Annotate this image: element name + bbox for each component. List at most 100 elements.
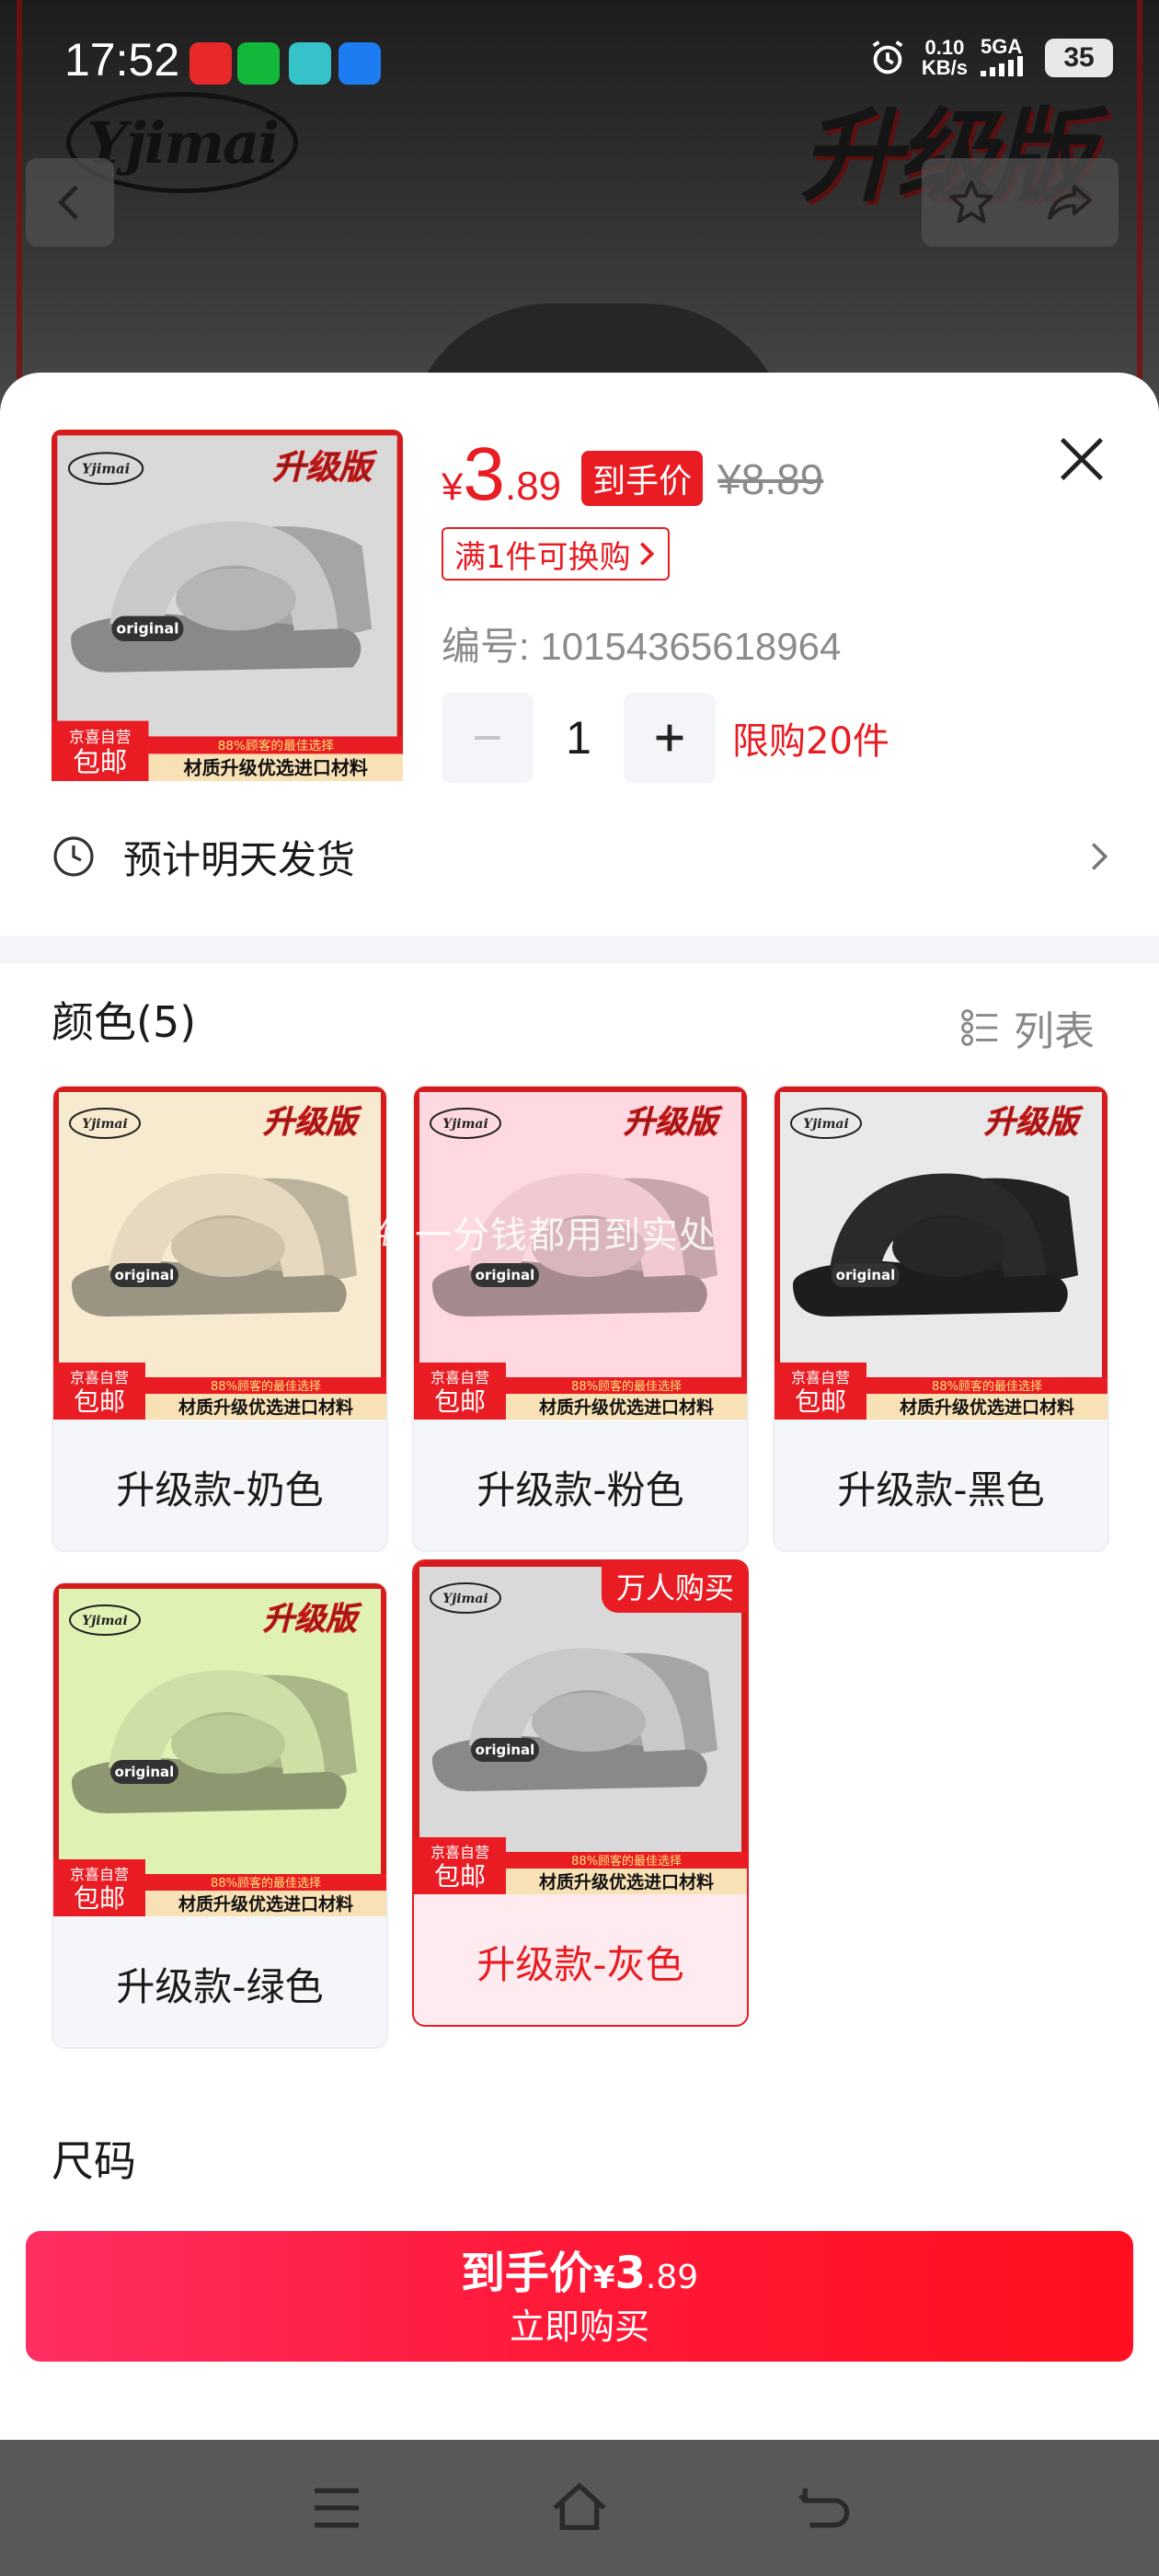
alarm-icon — [872, 40, 903, 75]
hot-seller-badge: 万人购买 — [601, 1561, 747, 1613]
color-option-black[interactable]: original Yjimai 升级版京喜自营 包邮 88%顾客的最佳选择材质升级优选进… — [773, 1085, 1109, 1552]
logo-text: Yjimai — [803, 1117, 849, 1132]
notification-app-icon — [289, 42, 331, 85]
shoe-label: original — [115, 1267, 175, 1283]
ship-badge-top: 京喜自营 — [70, 1369, 129, 1386]
banner-text: 材质升级优选进口材料 — [900, 1397, 1074, 1418]
wechat-icon — [237, 42, 280, 85]
home-icon[interactable] — [550, 2478, 609, 2537]
banner-text: 材质升级优选进口材料 — [178, 1397, 353, 1418]
slipper-hole — [892, 1218, 1006, 1277]
logo-text: Yjimai — [442, 1117, 488, 1132]
banner-top-text: 88%顾客的最佳选择 — [211, 1379, 321, 1394]
star-icon[interactable] — [945, 176, 998, 229]
watermark-text: 每一分钱都用到实处 — [377, 1214, 717, 1257]
color-option-image: original Yjimai 升级版京喜自营包邮 88%顾客的最佳选择材质升级优选进… — [775, 1087, 1107, 1420]
badge-text: 升级版 — [263, 1601, 362, 1638]
ship-badge-text: 包邮 — [795, 1386, 846, 1417]
logo-text: Yjimai — [442, 1592, 488, 1606]
slipper-hole — [532, 1693, 646, 1752]
shoe-label: original — [115, 1764, 175, 1780]
status-bar: 17:52 0.10 KB/s 5GA 35 — [0, 0, 1159, 129]
logo-text: Yjimai — [82, 1117, 128, 1132]
swap-offer-button[interactable]: 满1件可换购 — [442, 527, 670, 581]
decrease-quantity-button[interactable] — [442, 693, 534, 783]
back-icon[interactable] — [793, 2478, 852, 2537]
minus-icon — [475, 735, 500, 741]
banner-text: 材质升级优选进口材料 — [539, 1871, 714, 1892]
size-section-title: 尺码 — [52, 2136, 136, 2186]
banner-top-text: 88%顾客的最佳选择 — [211, 1876, 321, 1891]
net-speed: 0.10 KB/s — [921, 36, 968, 79]
banner-top-text: 88%顾客的最佳选择 — [571, 1854, 682, 1869]
color-section-title: 颜色(5) — [52, 997, 197, 1047]
list-view-label: 列表 — [1014, 1008, 1095, 1055]
logo-text: Yjimai — [82, 1614, 128, 1628]
product-thumbnail[interactable]: original Yjimai 升级版京喜自营包邮 88%顾客的最佳选择材质升级优选进… — [52, 430, 403, 781]
page-actions — [922, 158, 1119, 247]
color-option-label: 升级款-灰色 — [476, 1941, 684, 1987]
notification-app-icon — [189, 42, 232, 85]
badge-text: 升级版 — [273, 449, 378, 487]
buy-now-button[interactable]: 到手价¥3.89 立即购买 — [26, 2231, 1133, 2362]
chevron-right-icon — [1091, 843, 1108, 870]
price-row: ¥ 3 .89 到手价 ¥8.89 — [442, 433, 823, 516]
plus-icon — [656, 724, 683, 752]
signal-icon — [981, 55, 1023, 76]
quantity-value[interactable]: 1 — [534, 711, 624, 765]
shoe-label: original — [836, 1267, 896, 1283]
back-button[interactable] — [26, 158, 114, 247]
list-icon — [961, 1009, 998, 1046]
badge-text: 升级版 — [984, 1104, 1084, 1141]
battery-indicator: 35 — [1045, 39, 1113, 77]
price-symbol: ¥ — [442, 465, 464, 508]
slipper-hole — [171, 1715, 285, 1774]
list-view-toggle[interactable]: 列表 — [958, 998, 1095, 1057]
color-option-green[interactable]: original Yjimai 升级版 京喜自营 包邮 88%顾客的最佳选择 材质升级优选进… — [52, 1581, 388, 2049]
ship-badge-top: 京喜自营 — [430, 1844, 489, 1861]
banner-text: 材质升级优选进口材料 — [178, 1893, 353, 1915]
price-integer: 3 — [463, 432, 505, 516]
color-option-cream[interactable]: original Yjimai 升级版京喜自营 包邮 88%顾客的最佳选择材质升级优选进… — [52, 1085, 388, 1552]
close-icon[interactable] — [1052, 430, 1111, 489]
color-option-label: 升级款-奶色 — [116, 1466, 324, 1512]
shipping-estimate: 预计明天发货 — [123, 836, 356, 882]
swap-offer-label: 满1件可换购 — [454, 538, 631, 576]
shipping-row[interactable]: 预计明天发货 — [52, 820, 1111, 893]
badge-text: 升级版 — [624, 1104, 723, 1141]
original-price: ¥8.89 — [717, 455, 824, 503]
buy-button-price: 到手价¥3.89 — [460, 2248, 699, 2299]
sku-selector-sheet: original Yjimai 升级版 京喜自营 包邮 88%顾客的最佳选择 材质升级优选进… — [0, 373, 1159, 2440]
sku-number: 编号: 10154365618964 — [442, 625, 842, 668]
badge-text: 升级版 — [263, 1104, 362, 1141]
ship-badge-text: 包邮 — [74, 1386, 125, 1417]
ship-badge-text: 包邮 — [434, 1386, 486, 1417]
clock: 17:52 — [64, 34, 180, 86]
slipper-hole — [176, 568, 296, 631]
increase-quantity-button[interactable] — [624, 693, 716, 783]
chevron-left-icon — [57, 185, 78, 220]
price-decimal: .89 — [504, 464, 562, 509]
quantity-stepper: 1 限购20件 — [442, 693, 889, 783]
signal-indicator: 5GA — [981, 36, 1032, 79]
ship-badge-text: 包邮 — [73, 746, 127, 777]
ship-badge-top: 京喜自营 — [791, 1369, 850, 1386]
status-right: 0.10 KB/s 5GA 35 — [866, 36, 1113, 79]
chevron-right-icon — [639, 542, 654, 566]
color-option-pink[interactable]: original Yjimai 升级版 京喜自营 包邮 88%顾客的最佳选择 材质升级优选进… — [412, 1085, 749, 1552]
color-option-image: original Yjimai 升级版京喜自营包邮 88%顾客的最佳选择材质升级优选进… — [53, 1087, 386, 1420]
system-navigation-bar — [0, 2440, 1159, 2576]
notification-app-icon — [339, 42, 381, 85]
color-option-label: 升级款-粉色 — [476, 1466, 684, 1512]
buy-button-label: 立即购买 — [509, 2306, 649, 2347]
share-icon[interactable] — [1043, 176, 1096, 229]
banner-top-text: 88%顾客的最佳选择 — [218, 738, 335, 753]
menu-icon[interactable] — [307, 2478, 366, 2537]
banner-text: 材质升级优选进口材料 — [184, 757, 368, 779]
color-option-image: original Yjimai 升级版京喜自营包邮 88%顾客的最佳选择材质升级优选进… — [53, 1583, 386, 1916]
ship-badge-text: 包邮 — [434, 1861, 486, 1892]
ship-badge-top: 京喜自营 — [430, 1369, 489, 1386]
ship-badge-top: 京喜自营 — [70, 1866, 129, 1883]
banner-top-text: 88%顾客的最佳选择 — [932, 1379, 1042, 1394]
color-option-gray[interactable]: originalYjimai升级版京喜自营包邮88%顾客的最佳选择材质升级优选进… — [412, 1559, 749, 2027]
